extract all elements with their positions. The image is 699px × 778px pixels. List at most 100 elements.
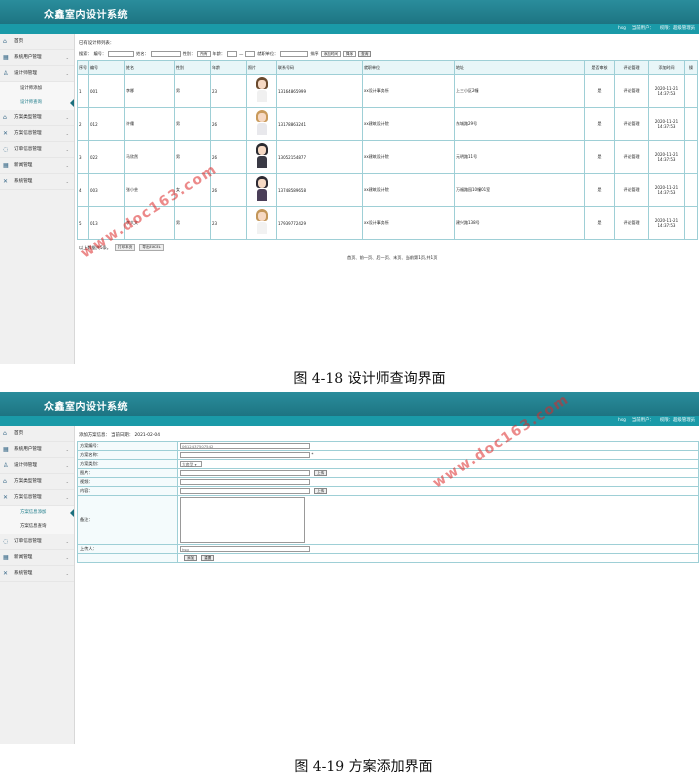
current-user-label: 当前用户： — [631, 418, 654, 423]
age-min-input[interactable] — [227, 51, 238, 57]
form-input[interactable] — [180, 470, 310, 476]
table-cell: 万福路园10幢01室 — [454, 173, 585, 207]
column-header: 操 — [684, 60, 698, 75]
sidebar-subitem[interactable]: 方案信息添加 — [0, 506, 74, 520]
table-cell — [684, 206, 698, 240]
gender-select[interactable]: 所有 — [197, 51, 211, 57]
table-cell: 2020-11-21 14:37:53 — [648, 74, 685, 108]
sidebar-item[interactable]: ▦ 系统用户管理 ⌄ — [0, 50, 74, 66]
name-input[interactable] — [150, 51, 181, 57]
sidebar-subitem[interactable]: 设计师查询 — [0, 96, 74, 110]
no-input[interactable] — [108, 51, 135, 57]
sidebar-subitem[interactable]: 设计师添加 — [0, 82, 74, 96]
category-select[interactable]: 大套型 ▾ — [180, 461, 202, 467]
query-button[interactable]: 查询 — [358, 51, 372, 57]
form-input[interactable] — [180, 479, 310, 485]
sidebar-item[interactable]: ✕ 方案信息管理 ⌄ — [0, 126, 74, 142]
upload-button[interactable]: 上传 — [314, 470, 328, 476]
sidebar-item-label: 方案信息管理 — [14, 131, 42, 136]
main-content: 已有设计师列表： 搜索： 编号： 姓名： 性别： 所有 年龄： — 就职单位： … — [77, 34, 699, 364]
table-cell[interactable]: 评论管理 — [614, 107, 649, 141]
form-label: 方案编号： — [77, 441, 178, 451]
sidebar-item[interactable]: ◌ 订单信息管理 ⌄ — [0, 534, 74, 550]
table-cell[interactable]: 评论管理 — [614, 206, 649, 240]
sidebar-item[interactable]: ⌂ 方案类型管理 ⌄ — [0, 110, 74, 126]
form-row: 添加 重置 — [77, 553, 699, 563]
reset-button[interactable]: 重置 — [201, 555, 215, 561]
form-input[interactable] — [180, 452, 310, 458]
sidebar-item-label: 设计师管理 — [14, 71, 37, 76]
table-cell: xx建筑设计院 — [362, 107, 455, 141]
sidebar-item[interactable]: ♙ 设计师管理 ⌄ — [0, 458, 74, 474]
sidebar-item[interactable]: ⌂ 首页 — [0, 426, 74, 442]
sort-select[interactable]: 添加时间 — [320, 51, 341, 57]
sidebar-item[interactable]: ⌂ 方案类型管理 ⌄ — [0, 474, 74, 490]
user-bar: hsg 当前用户： 权限：超级管理员 — [0, 24, 699, 34]
form-input[interactable]: 0612437507542 — [180, 443, 310, 449]
table-cell — [684, 74, 698, 108]
sidebar-item[interactable]: ◌ 订单信息管理 ⌄ — [0, 142, 74, 158]
chevron-down-icon: ⌄ — [65, 555, 69, 560]
form-field: hsg — [177, 544, 699, 554]
avatar — [255, 143, 269, 171]
table-cell[interactable]: 评论管理 — [614, 173, 649, 207]
table-cell: 男 — [174, 206, 211, 240]
order-select[interactable]: 降序 — [342, 51, 357, 57]
sidebar: ⌂ 首页 ▦ 系统用户管理 ⌄ ♙ 设计师管理 ⌄ ⌂ 方案类型管理 ⌄ ✕ 方案信息管理 ⌄ 方案信息添加… — [0, 426, 75, 744]
sidebar-item[interactable]: ⌂ 首页 — [0, 34, 74, 50]
app-header: 众鑫室内设计系统 — [0, 0, 699, 24]
table-cell — [684, 173, 698, 207]
sidebar-item[interactable]: ✕ 方案信息管理 ⌄ — [0, 490, 74, 506]
grid-icon: ▦ — [3, 162, 9, 169]
sidebar-item[interactable]: ▦ 新闻管理 ⌄ — [0, 158, 74, 174]
brand-title: 众鑫室内设计系统 — [44, 10, 128, 21]
current-user: hsg — [618, 26, 626, 31]
sidebar-item-label: 方案类型管理 — [14, 115, 42, 120]
search-label: 搜索： — [79, 51, 92, 56]
chevron-down-icon: ⌄ — [65, 539, 69, 544]
chevron-down-icon: ⌄ — [65, 55, 69, 60]
form-field — [177, 477, 699, 487]
unit-input[interactable] — [280, 51, 309, 57]
table-cell: 元明路11号 — [454, 140, 585, 174]
submit-button[interactable]: 添加 — [184, 555, 198, 561]
sidebar-item-label: 方案类型管理 — [14, 479, 42, 484]
column-header: 照片 — [246, 60, 277, 75]
print-button[interactable]: 打印本页 — [114, 244, 136, 251]
table-cell[interactable]: 评论管理 — [614, 140, 649, 174]
sidebar-item[interactable]: ▦ 系统用户管理 ⌄ — [0, 442, 74, 458]
table-cell — [684, 140, 698, 174]
pagination[interactable]: 首页、前一页、后一页、末页、当前第1页,共1页 — [347, 255, 699, 261]
table-cell: 013 — [88, 206, 125, 240]
chat-icon: ◌ — [3, 146, 9, 153]
table-cell — [684, 107, 698, 141]
sidebar-item[interactable]: ▦ 新闻管理 ⌄ — [0, 550, 74, 566]
designer-table: 序号 编号 姓名 性别 年龄 照片 联系号码 就职单位 地址 是否审核 评论管理 添加时间操 1 001… — [77, 60, 698, 240]
table-cell: 女 — [174, 173, 211, 207]
age-max-input[interactable] — [245, 51, 256, 57]
form-input[interactable] — [180, 488, 310, 494]
export-excel-button[interactable]: 导出EXCEL — [139, 244, 164, 251]
plan-add-screen: 众鑫室内设计系统 hsg 当前用户： 权限：超级管理员 ⌂ 首页 ▦ 系统用户管理 ⌄ ♙ 设计… — [0, 392, 699, 744]
upload-button[interactable]: 上传 — [314, 488, 328, 494]
sidebar-item[interactable]: ✕ 系统管理 ⌄ — [0, 174, 74, 190]
tools-icon: ✕ — [3, 570, 9, 577]
designer-query-screen: 众鑫室内设计系统 hsg 当前用户： 权限：超级管理员 ⌂ 首页 ▦ 系统用户管理 ⌄ ♙ 设计… — [0, 0, 699, 364]
table-cell: 13164865999 — [276, 74, 363, 108]
sidebar-item[interactable]: ✕ 系统管理 ⌄ — [0, 566, 74, 582]
form-input[interactable]: hsg — [180, 546, 310, 552]
form-label: 备注： — [77, 495, 178, 545]
sidebar-subitem[interactable]: 方案信息查询 — [0, 520, 74, 534]
table-cell: 男 — [174, 140, 211, 174]
table-cell: 男 — [174, 74, 211, 108]
sidebar-item-label: 首页 — [14, 39, 24, 44]
sidebar-item[interactable]: ♙ 设计师管理 ⌄ — [0, 66, 74, 82]
table-cell[interactable]: 评论管理 — [614, 74, 649, 108]
table-cell: 26 — [210, 140, 247, 174]
avatar — [255, 110, 269, 138]
sidebar-item-label: 设计师添加 — [20, 86, 42, 91]
form-label — [77, 553, 178, 563]
gender-label: 性别： — [182, 51, 196, 56]
remark-textarea[interactable] — [180, 497, 305, 543]
table-cell: 2 — [77, 107, 89, 141]
